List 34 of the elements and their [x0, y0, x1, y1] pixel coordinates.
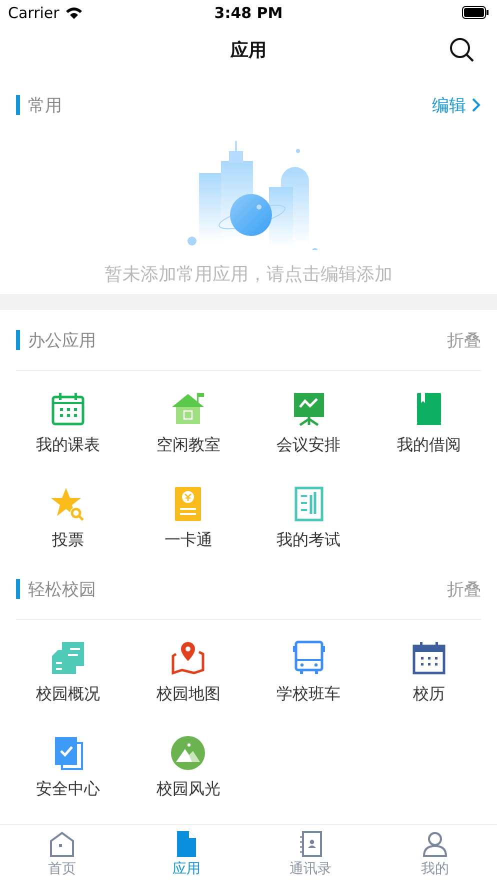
home-icon [48, 830, 76, 858]
page-title: 应用 [230, 39, 266, 62]
carrier-label: Carrier [8, 4, 60, 22]
house-icon [170, 391, 206, 427]
chevron-icon [472, 98, 481, 112]
section-title: 轻松校园 [28, 578, 96, 600]
app-shortcut[interactable]: 学校班车 [248, 640, 369, 705]
app-shortcut[interactable]: 一卡通 [128, 486, 248, 551]
wifi-icon [65, 6, 84, 20]
person-icon [420, 830, 449, 858]
app-shortcut[interactable]: 空闲教室 [128, 391, 248, 456]
building-icon [50, 640, 86, 676]
app-shortcut[interactable]: 校园风光 [128, 735, 248, 800]
app-shortcut[interactable]: 校历 [368, 640, 489, 705]
section-title: 办公应用 [28, 330, 96, 352]
app-shortcut[interactable]: 会议安排 [248, 391, 369, 456]
app-shortcut[interactable]: 我的课表 [8, 391, 128, 456]
app-shortcut[interactable]: 校园概况 [8, 640, 128, 705]
clock-time: 3:48 PM [214, 4, 283, 22]
app-shortcut[interactable]: 校园地图 [128, 640, 248, 705]
app-shortcut[interactable]: 我的借阅 [368, 391, 489, 456]
battery-icon [462, 6, 489, 19]
calendar-icon [410, 640, 447, 676]
empty-message: 暂未添加常用应用，请点击编辑添加 [104, 263, 392, 286]
app-shortcut[interactable]: 安全中心 [8, 735, 128, 800]
app-shortcut[interactable]: 我的考试 [248, 486, 369, 551]
star-search-icon [50, 486, 86, 522]
search-button[interactable] [449, 37, 475, 63]
map-pin-icon [170, 640, 206, 676]
bus-icon [290, 640, 327, 676]
calendar-icon [50, 391, 86, 427]
landscape-icon [170, 735, 206, 771]
app-shortcut[interactable]: 投票 [8, 486, 128, 551]
section-title: 常用 [28, 94, 62, 116]
